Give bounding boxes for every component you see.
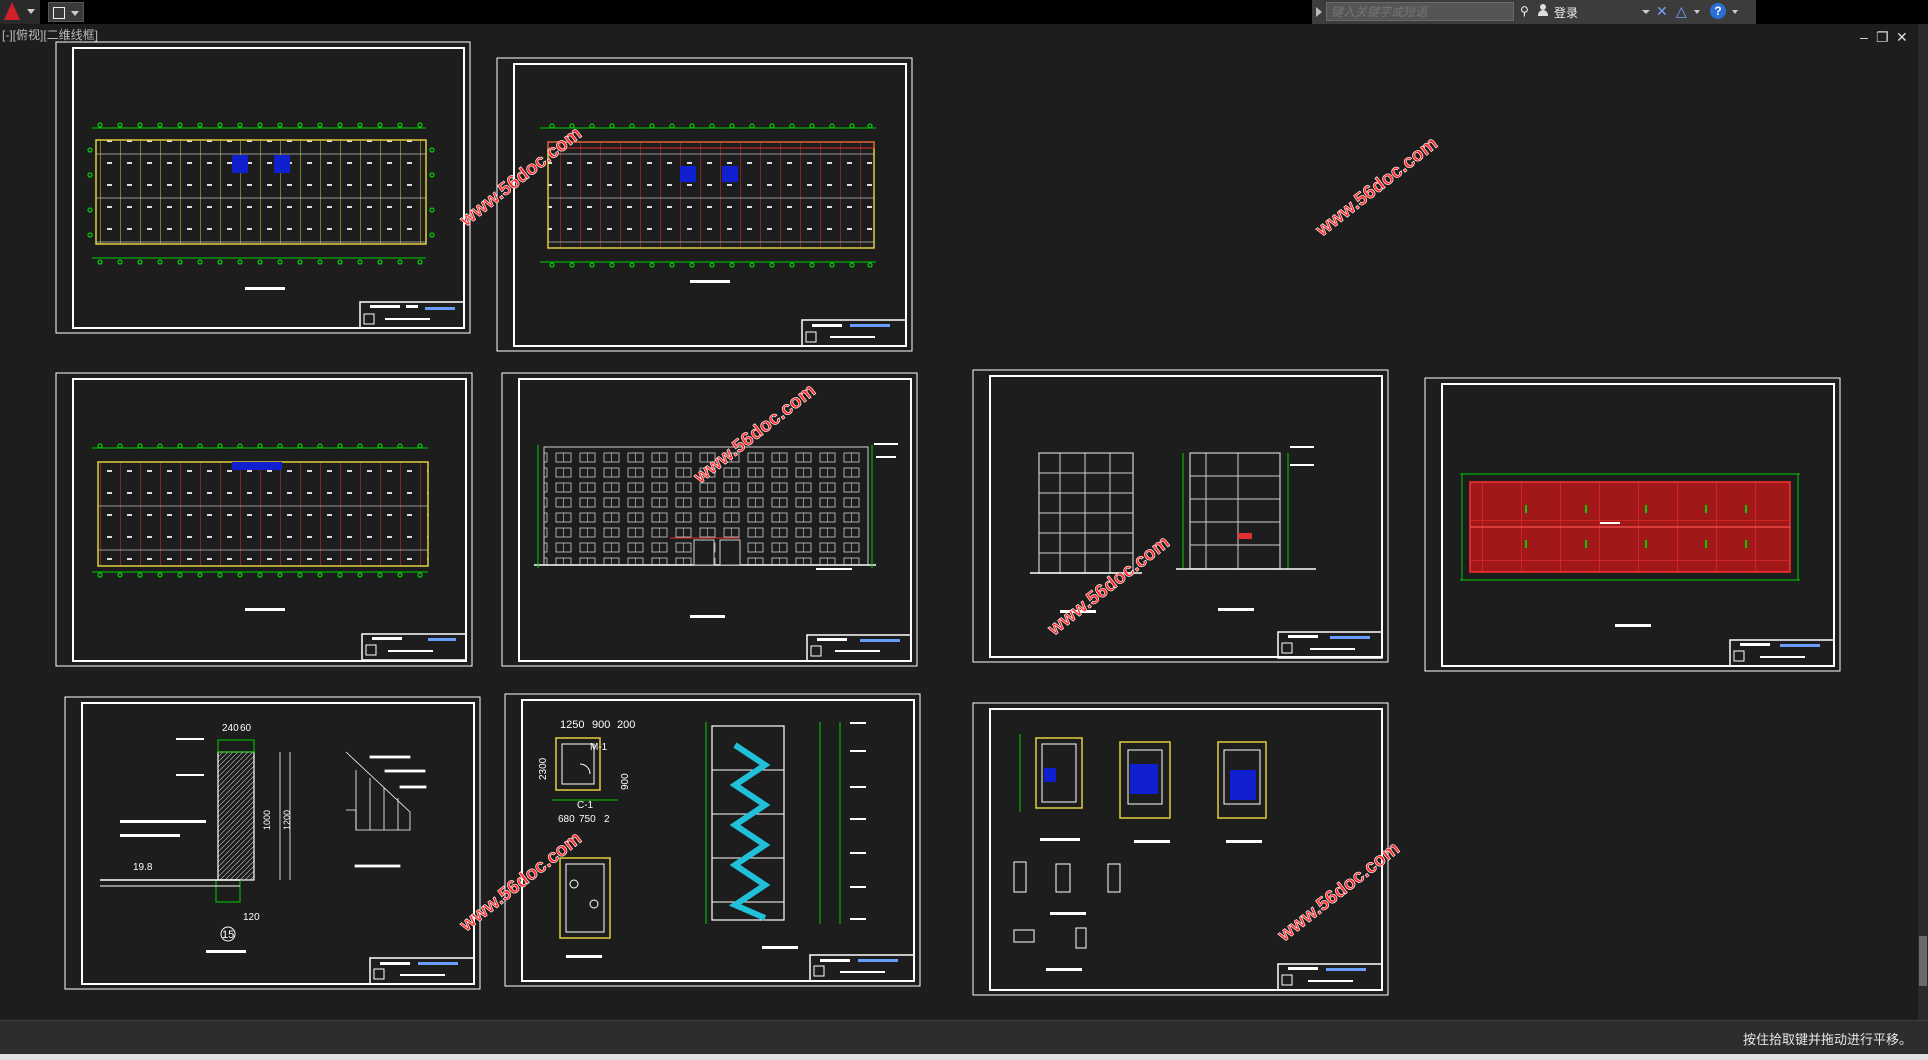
expand-arrow-icon[interactable] bbox=[1316, 7, 1322, 17]
title-block bbox=[801, 319, 907, 347]
title-block bbox=[359, 301, 465, 329]
drawing-sheet-floor-plan-3[interactable] bbox=[55, 372, 473, 667]
title-block bbox=[809, 954, 915, 982]
dimension-label: 1250 bbox=[560, 719, 584, 731]
exchange-x-icon[interactable]: ✕ bbox=[1656, 3, 1668, 20]
dimension-label: 240 bbox=[222, 723, 239, 734]
drawing-sheet-floor-plan-1[interactable] bbox=[55, 41, 471, 334]
dimension-label: 900 bbox=[620, 773, 631, 790]
dimension-label: 2300 bbox=[538, 757, 549, 780]
bottom-strip bbox=[0, 1054, 1928, 1060]
user-icon bbox=[1538, 4, 1548, 16]
side-elevation-drawing bbox=[1030, 452, 1142, 613]
parapet-section-drawing: 15 240 60 120 19.8 1000 1200 bbox=[100, 723, 292, 942]
dimension-label: 200 bbox=[617, 719, 635, 731]
chevron-down-icon bbox=[27, 9, 35, 14]
dimension-label: 2 bbox=[604, 814, 610, 825]
detail-number-label: 15 bbox=[222, 929, 234, 941]
title-block bbox=[806, 634, 912, 662]
quick-access-workspace-button[interactable] bbox=[48, 2, 84, 22]
drawing-sheet-toilet-detail[interactable] bbox=[972, 702, 1389, 996]
title-bar: ⚲ 登录 ✕ △ ? bbox=[0, 0, 1928, 24]
status-prompt-text: 按住拾取键并拖动进行平移。 bbox=[1742, 1032, 1912, 1047]
floor-plan-drawing bbox=[540, 123, 876, 283]
title-block bbox=[1277, 963, 1383, 991]
title-block bbox=[1729, 639, 1835, 667]
drawing-sheet-floor-plan-2[interactable] bbox=[496, 57, 913, 352]
drawing-sheet-roof-plan[interactable] bbox=[1424, 377, 1841, 672]
dimension-label: 1200 bbox=[282, 810, 292, 830]
workspace-icon bbox=[53, 7, 65, 19]
chevron-down-icon[interactable] bbox=[1694, 10, 1700, 14]
dimension-label: 60 bbox=[240, 723, 252, 734]
status-bar: 按住拾取键并拖动进行平移。 bbox=[0, 1020, 1928, 1055]
drawing-sheet-elevation-front[interactable] bbox=[501, 372, 918, 667]
minimize-icon[interactable]: – bbox=[1860, 30, 1868, 44]
floor-plan-drawing bbox=[92, 443, 429, 611]
dimension-label: 1000 bbox=[262, 810, 272, 830]
drawing-sheet-elevation-side[interactable] bbox=[972, 369, 1389, 663]
autocad-logo-icon bbox=[4, 2, 20, 20]
watermark-text: www.56doc.com bbox=[1273, 838, 1403, 946]
title-block bbox=[369, 957, 475, 985]
viewport-controls-label[interactable]: [-][俯视][二维线框] bbox=[2, 26, 98, 43]
title-block bbox=[361, 633, 467, 661]
vertical-scrollbar[interactable] bbox=[1918, 24, 1928, 1020]
restore-icon[interactable]: ❐ bbox=[1876, 30, 1889, 44]
watermark-text: www.56doc.com bbox=[1043, 532, 1173, 640]
stay-connected-icon[interactable]: △ bbox=[1676, 3, 1687, 20]
close-icon[interactable]: ✕ bbox=[1896, 30, 1908, 44]
help-button[interactable]: ? bbox=[1710, 3, 1726, 19]
stair-railing-detail bbox=[345, 751, 427, 868]
binoculars-icon[interactable]: ⚲ bbox=[1520, 4, 1529, 18]
dimension-label: 680 bbox=[558, 814, 575, 825]
floor-plan-drawing bbox=[87, 122, 435, 290]
door-tag-label: M-1 bbox=[590, 742, 608, 753]
chevron-down-icon[interactable] bbox=[1642, 10, 1650, 14]
drawing-sheet-parapet-detail[interactable]: 15 240 60 120 19.8 1000 1200 bbox=[64, 696, 481, 990]
chevron-down-icon[interactable] bbox=[1732, 10, 1738, 14]
search-input[interactable] bbox=[1326, 2, 1514, 21]
window-tag-label: C-1 bbox=[577, 800, 594, 811]
room-detail-drawings bbox=[1013, 734, 1267, 971]
dimension-label: 900 bbox=[592, 719, 610, 731]
roof-plan-drawing bbox=[1460, 473, 1800, 627]
stair-section-drawing bbox=[705, 722, 866, 949]
door-window-detail: 1250 900 200 M-1 2300 900 C-1 680 750 2 bbox=[538, 719, 635, 958]
drawing-canvas[interactable]: 15 240 60 120 19.8 1000 1200 1250 900 20… bbox=[0, 24, 1918, 1020]
login-button[interactable]: 登录 bbox=[1554, 4, 1578, 21]
application-menu-button[interactable] bbox=[0, 0, 40, 24]
dimension-label: 120 bbox=[243, 912, 260, 923]
section-drawing bbox=[1176, 446, 1316, 611]
chevron-down-icon bbox=[71, 11, 79, 16]
elevation-label: 19.8 bbox=[133, 862, 153, 873]
infocenter-bar: ⚲ 登录 ✕ △ ? bbox=[1312, 0, 1756, 24]
dimension-label: 750 bbox=[579, 814, 596, 825]
scrollbar-thumb[interactable] bbox=[1919, 936, 1927, 986]
title-block bbox=[1277, 631, 1383, 659]
watermark-text: www.56doc.com bbox=[1311, 133, 1441, 241]
